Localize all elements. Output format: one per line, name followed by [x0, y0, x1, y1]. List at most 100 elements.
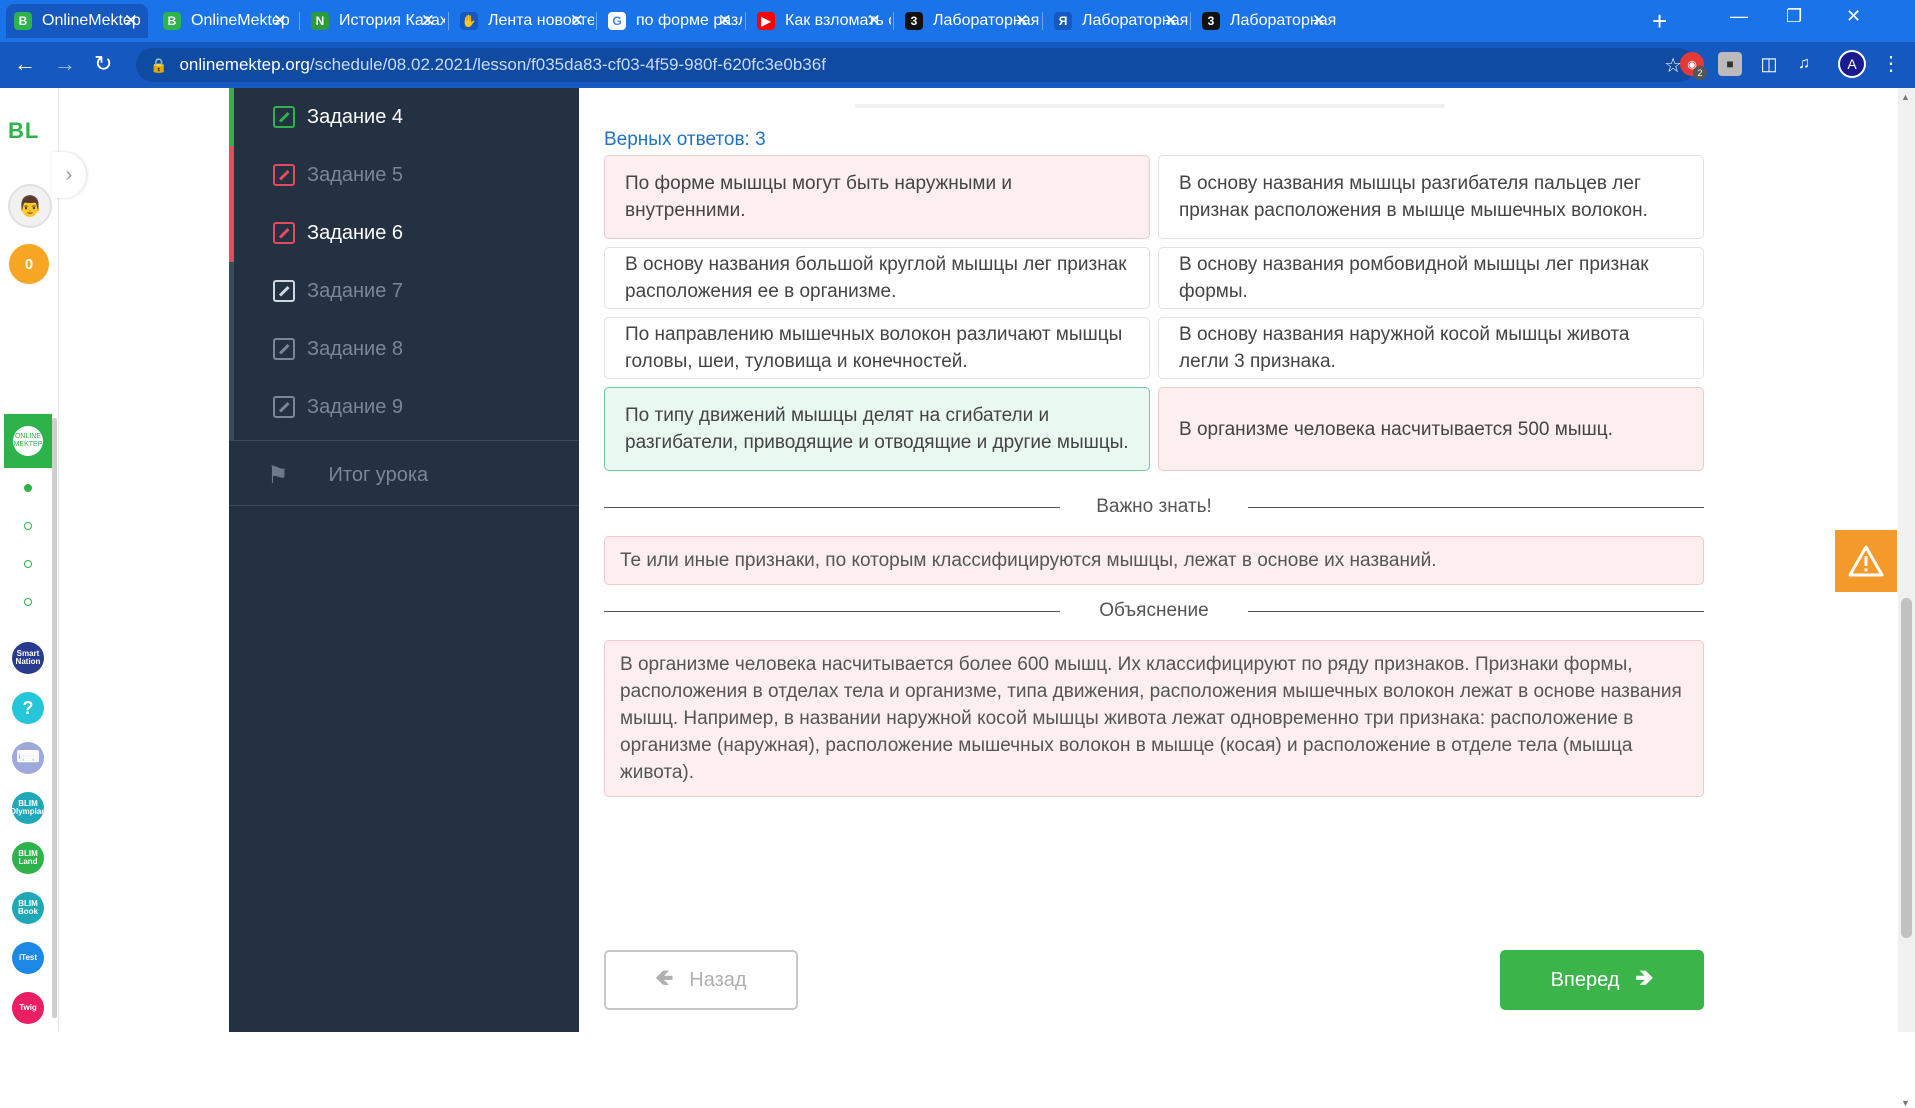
scroll-up-icon[interactable]: ▲ — [1901, 92, 1910, 102]
tab-separator — [893, 12, 894, 30]
answer-card[interactable]: В основу названия наружной косой мышцы ж… — [1158, 317, 1704, 379]
keyboard-app-icon[interactable]: ⌨ — [12, 742, 44, 774]
edit-icon — [273, 106, 295, 128]
arrow-right-icon: 🡺 — [1635, 965, 1654, 990]
scroll-down-icon[interactable]: ▼ — [1901, 1098, 1910, 1108]
sidebar-item-label: Задание 4 — [307, 105, 404, 128]
sidebar-item-task-7[interactable]: Задание 7 — [229, 262, 579, 320]
onlinemektep-app-icon[interactable]: ONLINE MEKTEP — [4, 414, 52, 468]
sidebar-item-label: Задание 6 — [307, 221, 404, 244]
answer-text: В основу названия мышцы разгибателя паль… — [1179, 173, 1648, 221]
close-tab-icon[interactable]: ✕ — [1312, 11, 1326, 31]
browser-tab[interactable]: ✋ Лента новосте ✕ — [452, 4, 594, 38]
blim-land-app-icon[interactable]: BLIM Land — [12, 842, 44, 874]
sidebar-divider — [229, 505, 579, 506]
smart-nation-app-icon[interactable]: Smart Nation — [12, 642, 44, 674]
important-divider: Важно знать! — [604, 496, 1704, 520]
browser-tab[interactable]: Я Лабораторная ✕ — [1046, 4, 1188, 38]
answer-text: В основу названия наружной косой мышцы ж… — [1179, 324, 1630, 372]
minimize-window-icon[interactable]: — — [1730, 6, 1748, 27]
back-button[interactable]: 🡸 Назад — [604, 950, 798, 1010]
close-tab-icon[interactable]: ✕ — [570, 11, 584, 31]
browser-tab[interactable]: Gпо форме разл ✕ — [600, 4, 742, 38]
answer-card[interactable]: В организме человека насчитывается 500 м… — [1158, 387, 1704, 471]
lesson-step-dot[interactable] — [24, 522, 32, 530]
close-tab-icon[interactable]: ✕ — [1164, 11, 1178, 31]
user-avatar[interactable]: 👨 — [8, 184, 52, 228]
twig-app-icon[interactable]: Twig — [12, 992, 44, 1024]
answer-card[interactable]: По направлению мышечных волокон различаю… — [604, 317, 1150, 379]
answer-card[interactable]: В основу названия ромбовидной мышцы лег … — [1158, 247, 1704, 309]
rail-scrollbar[interactable] — [52, 418, 57, 1018]
answer-card[interactable]: В основу названия большой круглой мышцы … — [604, 247, 1150, 309]
close-tab-icon[interactable]: ✕ — [421, 11, 435, 31]
tab-separator — [448, 12, 449, 30]
back-arrow-icon[interactable]: ← — [14, 51, 36, 77]
browser-tab[interactable]: ▶ Как взломать с ✕ — [749, 4, 891, 38]
answer-text: По форме мышцы могут быть наружными и вн… — [625, 173, 1012, 221]
lesson-step-dot[interactable] — [24, 484, 32, 492]
browser-tab[interactable]: B OnlineMektep ✕ — [155, 4, 297, 38]
browser-tab[interactable]: N История Казах ✕ — [303, 4, 445, 38]
report-problem-button[interactable] — [1835, 530, 1897, 592]
browser-menu-icon[interactable]: ⋮ — [1880, 52, 1902, 75]
url-path: /schedule/08.02.2021/lesson/f035da83-cf0… — [309, 55, 826, 74]
url-host: onlinemektep.org — [179, 55, 310, 74]
media-controls-icon[interactable]: ♫ — [1792, 52, 1816, 76]
tab-separator — [745, 12, 746, 30]
profile-avatar[interactable]: A — [1838, 50, 1866, 78]
help-app-icon[interactable]: ? — [12, 692, 44, 724]
tab-separator — [1190, 12, 1191, 30]
answer-card[interactable]: По форме мышцы могут быть наружными и вн… — [604, 155, 1150, 239]
sidebar-item-task-5[interactable]: Задание 5 — [229, 146, 579, 204]
lesson-step-dot[interactable] — [24, 560, 32, 568]
extensions-puzzle-icon[interactable]: ◫ — [1757, 52, 1781, 76]
expand-rail-chevron-icon[interactable]: › — [52, 152, 86, 198]
sidebar-item-label: Задание 9 — [307, 395, 404, 418]
blim-olympiad-app-icon[interactable]: BLIM Olympiad — [10, 792, 46, 824]
sidebar-divider — [229, 440, 579, 441]
browser-tab[interactable]: B OnlineMektep ✕ — [6, 4, 148, 38]
answer-card[interactable]: В основу названия мышцы разгибателя паль… — [1158, 155, 1704, 239]
blim-book-app-icon[interactable]: BLIM Book — [12, 892, 44, 924]
sidebar-item-lesson-summary[interactable]: ⚑ Итог урока — [229, 446, 579, 504]
warning-triangle-icon — [1848, 545, 1884, 577]
close-tab-icon[interactable]: ✕ — [273, 11, 287, 31]
sidebar-item-task-8[interactable]: Задание 8 — [229, 320, 579, 378]
edit-icon — [273, 280, 295, 302]
itest-app-icon[interactable]: iTest — [12, 942, 44, 974]
extension-picture-icon[interactable]: ■ — [1718, 52, 1742, 76]
important-text: Те или иные признаки, по которым классиф… — [620, 550, 1437, 571]
sidebar-item-task-9[interactable]: Задание 9 — [229, 378, 579, 436]
close-tab-icon[interactable]: ✕ — [867, 11, 881, 31]
answer-text: По направлению мышечных волокон различаю… — [625, 324, 1123, 372]
edit-icon — [273, 222, 295, 244]
address-bar[interactable]: 🔒 onlinemektep.org/schedule/08.02.2021/l… — [136, 48, 1696, 82]
browser-tab[interactable]: 3 Лабораторная ✕ — [1194, 4, 1336, 38]
news-feed-icon: ✋ — [460, 12, 478, 30]
reload-icon[interactable]: ↻ — [94, 51, 112, 77]
scrollbar-thumb[interactable] — [1901, 598, 1912, 938]
browser-tab-strip: B OnlineMektep ✕ B OnlineMektep ✕ N История Каз… — [0, 0, 1915, 42]
page-scrollbar[interactable]: ▲ ▼ — [1898, 88, 1915, 1108]
explanation-heading: Объяснение — [1099, 600, 1209, 621]
close-window-icon[interactable]: ✕ — [1846, 6, 1861, 27]
next-button[interactable]: Вперед 🡺 — [1500, 950, 1704, 1010]
flag-icon: ⚑ — [267, 461, 289, 489]
lesson-step-dot[interactable] — [24, 598, 32, 606]
close-tab-icon[interactable]: ✕ — [124, 11, 138, 31]
forward-arrow-icon[interactable]: → — [54, 51, 76, 77]
close-tab-icon[interactable]: ✕ — [718, 11, 732, 31]
sidebar-item-task-4[interactable]: Задание 4 — [229, 88, 579, 146]
coins-counter[interactable]: 0 — [9, 244, 49, 284]
close-tab-icon[interactable]: ✕ — [1015, 11, 1029, 31]
new-tab-button[interactable]: + — [1652, 6, 1667, 37]
google-icon: G — [608, 12, 626, 30]
sidebar-item-task-6[interactable]: Задание 6 — [229, 204, 579, 262]
answer-card[interactable]: По типу движений мышцы делят на сгибател… — [604, 387, 1150, 471]
restore-window-icon[interactable]: ❐ — [1786, 6, 1802, 27]
browser-tab[interactable]: 3 Лабораторная ✕ — [897, 4, 1039, 38]
zaochnik-icon: 3 — [905, 12, 923, 30]
edit-icon — [273, 338, 295, 360]
browser-toolbar: ← → ↻ 🔒 onlinemektep.org/schedule/08.02.… — [0, 42, 1915, 88]
